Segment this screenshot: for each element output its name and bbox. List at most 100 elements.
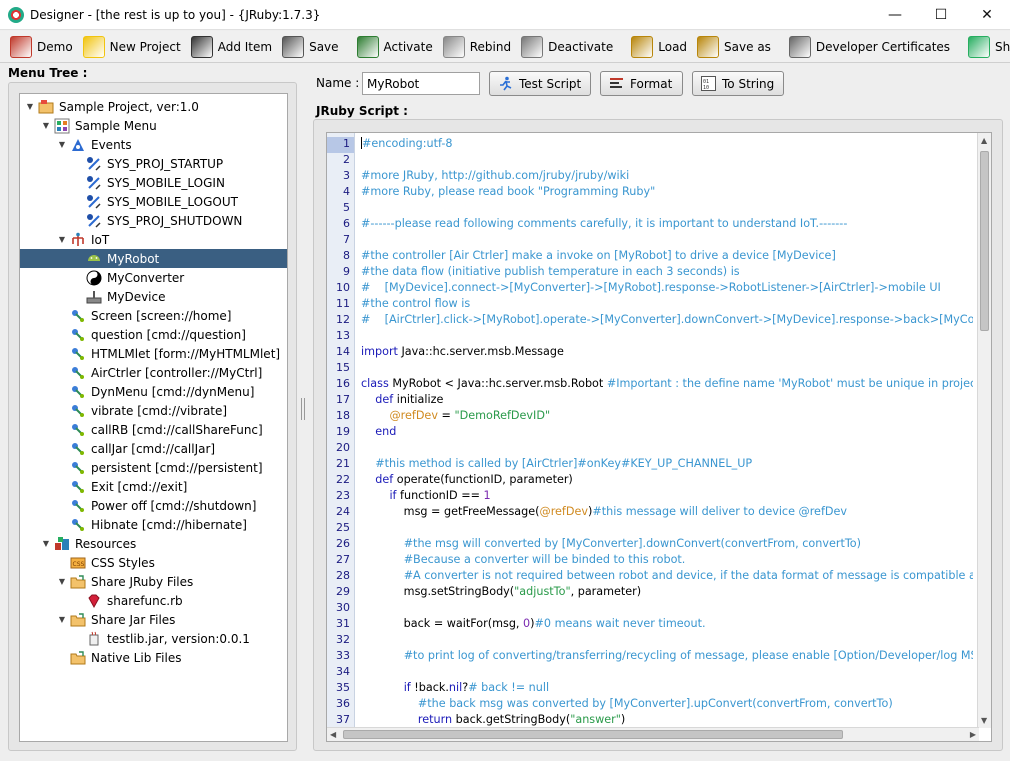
code-token: #A converter is not required between rob… — [403, 569, 973, 582]
code-line: #the msg will converted by [MyConverter]… — [361, 537, 861, 553]
tree-node[interactable]: Native Lib Files — [20, 648, 287, 667]
scroll-up-icon[interactable]: ▲ — [981, 136, 987, 145]
code-token: class — [361, 377, 389, 390]
toolbar-button-deactivate[interactable]: Deactivate — [517, 33, 617, 61]
tree-node[interactable]: Exit [cmd://exit] — [20, 477, 287, 496]
tree-node[interactable]: ▼ Resources — [20, 534, 287, 553]
horizontal-scroll-thumb[interactable] — [343, 730, 843, 739]
tree-node[interactable]: AirCtrler [controller://MyCtrl] — [20, 363, 287, 382]
code-token: "adjustTo" — [514, 585, 571, 598]
code-line: #the data flow (initiative publish tempe… — [361, 265, 740, 281]
svg-text:CSS: CSS — [73, 561, 85, 568]
code-token: #the control flow is — [361, 297, 471, 310]
code-line: #this method is called by [AirCtrler]#on… — [361, 457, 752, 473]
test-script-button[interactable]: Test Script — [489, 71, 591, 96]
toolbar-button-save[interactable]: Save — [278, 33, 342, 61]
jar-icon — [86, 631, 102, 647]
toolbar-button-developer-certificates[interactable]: Developer Certificates — [785, 33, 954, 61]
line-number: 25 — [336, 521, 350, 534]
code-token: "DemoRefDevID" — [454, 409, 551, 422]
toolbar-button-rebind[interactable]: Rebind — [439, 33, 515, 61]
expand-toggle-icon[interactable]: ▼ — [40, 539, 52, 548]
toolbar-button-label: Load — [658, 39, 688, 54]
tree-node[interactable]: ▼ Events — [20, 135, 287, 154]
scroll-right-icon[interactable]: ▶ — [970, 730, 976, 739]
toolbar-button-activate[interactable]: Activate — [353, 33, 437, 61]
line-number: 14 — [336, 345, 350, 358]
tree-node[interactable]: ▼ Sample Project, ver:1.0 — [20, 97, 287, 116]
toolbar-button-new-project[interactable]: New Project — [79, 33, 185, 61]
tree-node[interactable]: question [cmd://question] — [20, 325, 287, 344]
tree-node[interactable]: Screen [screen://home] — [20, 306, 287, 325]
code-line: #the back msg was converted by [MyConver… — [361, 697, 893, 713]
format-button[interactable]: Format — [600, 71, 683, 96]
toolbar-button-add-item[interactable]: Add Item — [187, 33, 276, 61]
maximize-button[interactable]: ☐ — [918, 0, 964, 30]
link-icon — [70, 384, 86, 400]
tree-node[interactable]: Hibnate [cmd://hibernate] — [20, 515, 287, 534]
line-number: 35 — [336, 681, 350, 694]
main-toolbar: Demo New Project Add Item Save Activate Rebin… — [0, 31, 1010, 63]
expand-toggle-icon[interactable]: ▼ — [56, 235, 68, 244]
toolbar-button-demo[interactable]: Demo — [6, 33, 77, 61]
horizontal-scrollbar[interactable]: ◀ ▶ — [327, 727, 979, 741]
split-pane-divider[interactable] — [301, 398, 305, 420]
tree-node[interactable]: CSS CSS Styles — [20, 553, 287, 572]
code-token: if — [389, 489, 397, 502]
code-editor[interactable]: 1 2 3 4 5 6 7 8 9 10 11 12 13 14 15 16 17 18 19 20 21 22 23 24 2… — [326, 132, 992, 742]
tree-node[interactable]: testlib.jar, version:0.0.1 — [20, 629, 287, 648]
minimize-button[interactable]: — — [872, 0, 918, 30]
menu-grid-icon — [54, 118, 70, 134]
tree-node[interactable]: ▼ IoT — [20, 230, 287, 249]
code-token: ) — [620, 713, 626, 726]
to-string-button[interactable]: 01 10 To String — [692, 71, 784, 96]
tree-node[interactable]: MyDevice — [20, 287, 287, 306]
toolbar-button-load[interactable]: Load — [627, 33, 691, 61]
tree-node[interactable]: Power off [cmd://shutdown] — [20, 496, 287, 515]
link-icon — [70, 308, 86, 324]
tree-node[interactable]: SYS_MOBILE_LOGIN — [20, 173, 287, 192]
vertical-scrollbar[interactable]: ▲ ▼ — [977, 133, 991, 728]
tree-node[interactable]: ▼ Sample Menu — [20, 116, 287, 135]
link-icon — [70, 403, 86, 419]
tree-node[interactable]: SYS_PROJ_SHUTDOWN — [20, 211, 287, 230]
tree-node[interactable]: SYS_MOBILE_LOGOUT — [20, 192, 287, 211]
code-token: operate(functionID, parameter) — [393, 473, 573, 486]
code-line: @refDev = "DemoRefDevID" — [361, 409, 550, 425]
tree-node[interactable]: callJar [cmd://callJar] — [20, 439, 287, 458]
tree-node[interactable]: SYS_PROJ_STARTUP — [20, 154, 287, 173]
tree-node[interactable]: persistent [cmd://persistent] — [20, 458, 287, 477]
tree-node[interactable]: vibrate [cmd://vibrate] — [20, 401, 287, 420]
tree-node[interactable]: MyRobot — [20, 249, 287, 268]
expand-toggle-icon[interactable]: ▼ — [24, 102, 36, 111]
link-icon — [70, 517, 86, 533]
expand-toggle-icon[interactable]: ▼ — [56, 140, 68, 149]
tree-node[interactable]: DynMenu [cmd://dynMenu] — [20, 382, 287, 401]
expand-toggle-icon[interactable]: ▼ — [40, 121, 52, 130]
tree-node[interactable]: MyConverter — [20, 268, 287, 287]
expand-toggle-icon[interactable]: ▼ — [56, 577, 68, 586]
toolbar-button-label: Save — [309, 39, 339, 54]
link-icon — [70, 479, 86, 495]
scroll-down-icon[interactable]: ▼ — [981, 716, 987, 725]
scroll-left-icon[interactable]: ◀ — [330, 730, 336, 739]
tree-node[interactable]: HTMLMlet [form://MyHTMLMlet] — [20, 344, 287, 363]
tree-node[interactable]: ▼ Share JRuby Files — [20, 572, 287, 591]
line-number: 17 — [336, 393, 350, 406]
tree-node[interactable]: ▼ Share Jar Files — [20, 610, 287, 629]
code-line: def operate(functionID, parameter) — [361, 473, 573, 489]
name-input[interactable] — [362, 72, 480, 95]
tree-node[interactable]: sharefunc.rb — [20, 591, 287, 610]
toolbar-button-save-as[interactable]: Save as — [693, 33, 775, 61]
close-button[interactable]: ✕ — [964, 0, 1010, 30]
toolbar-button-shift-project[interactable]: Shift Project — [964, 33, 1010, 61]
tree-node-label: IoT — [91, 232, 110, 247]
tree-node[interactable]: callRB [cmd://callShareFunc] — [20, 420, 287, 439]
ruby-gem-icon — [86, 593, 102, 609]
code-line: #A converter is not required between rob… — [361, 569, 973, 585]
code-area[interactable]: #encoding:utf-8 #more JRuby, http://githu… — [361, 133, 973, 728]
remote-icon — [190, 35, 213, 58]
toolbar-button-label: Deactivate — [548, 39, 614, 54]
vertical-scroll-thumb[interactable] — [980, 151, 989, 331]
expand-toggle-icon[interactable]: ▼ — [56, 615, 68, 624]
